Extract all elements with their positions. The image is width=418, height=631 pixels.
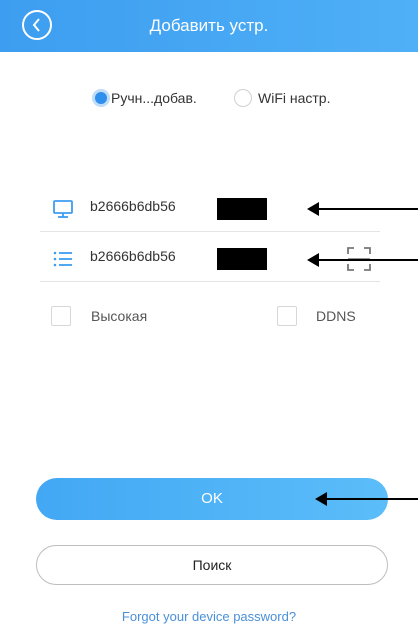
radio-manual-label: Ручн...добав.: [111, 90, 197, 106]
high-label: Высокая: [91, 308, 148, 324]
page-title: Добавить устр.: [149, 16, 269, 35]
monitor-icon: [53, 200, 73, 218]
radio-wifi-setup[interactable]: WiFi настр.: [234, 86, 330, 110]
divider: [40, 231, 380, 232]
annotation-arrow: [307, 253, 418, 267]
annotation-arrow: [315, 492, 418, 506]
radio-selected-icon: [92, 89, 110, 107]
high-checkbox[interactable]: [51, 306, 71, 326]
radio-wifi-label: WiFi настр.: [258, 90, 331, 106]
annotation-arrow: [307, 202, 418, 216]
app-header: Добавить устр.: [0, 0, 418, 52]
forgot-password-link[interactable]: Forgot your device password?: [0, 609, 418, 624]
radio-manual-add[interactable]: Ручн...добав.: [92, 86, 197, 110]
arrow-head-icon: [307, 202, 319, 216]
list-icon: [53, 251, 72, 267]
search-button[interactable]: Поиск: [36, 545, 388, 585]
divider: [40, 281, 380, 282]
arrow-head-icon: [315, 492, 327, 506]
redaction-box: [217, 248, 267, 270]
redaction-box: [217, 198, 267, 220]
serial-value: b2666b6db56: [90, 248, 176, 264]
add-mode-selector: Ручн...добав. WiFi настр.: [0, 86, 418, 110]
arrow-head-icon: [307, 253, 319, 267]
ddns-checkbox[interactable]: [277, 306, 297, 326]
radio-unselected-icon: [234, 89, 252, 107]
device-id-value: b2666b6db56: [90, 198, 176, 214]
options-row: Высокая DDNS: [0, 306, 418, 330]
ddns-label: DDNS: [316, 308, 356, 324]
